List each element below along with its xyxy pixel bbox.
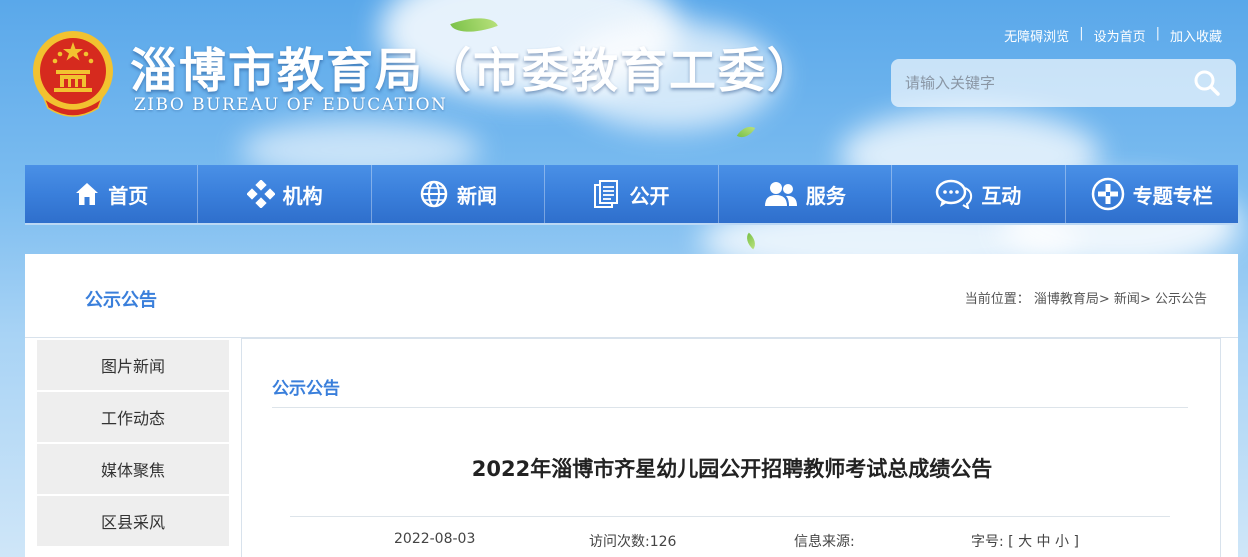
nav-label: 新闻 <box>457 183 498 208</box>
nav-label: 互动 <box>981 183 1022 208</box>
font-size-small[interactable]: 小 <box>1055 534 1069 550</box>
breadcrumb-link-home[interactable]: 淄博教育局 <box>1034 292 1099 307</box>
home-icon <box>76 183 99 205</box>
article-area: 公示公告 2022年淄博市齐星幼儿园公开招聘教师考试总成绩公告 2022-08-… <box>241 338 1221 557</box>
sidebar-item-work-updates[interactable]: 工作动态 <box>37 392 229 442</box>
nav-item-interact[interactable]: 互动 <box>892 165 1066 223</box>
bracket: [ <box>1008 534 1014 550</box>
sidebar: 图片新闻 工作动态 媒体聚焦 区县采风 <box>37 340 229 548</box>
divider <box>272 407 1188 408</box>
sidebar-item-photo-news[interactable]: 图片新闻 <box>37 340 229 390</box>
sidebar-item-district-news[interactable]: 区县采风 <box>37 496 229 546</box>
breadcrumb: 当前位置： 淄博教育局> 新闻> 公示公告 <box>965 288 1207 307</box>
nav-item-org[interactable]: 机构 <box>198 165 372 223</box>
breadcrumb-separator: > <box>1139 292 1151 307</box>
nav-label: 首页 <box>108 183 149 208</box>
globe-icon <box>420 180 448 208</box>
article-visits: 访问次数:126 <box>589 531 676 551</box>
sidebar-item-media-focus[interactable]: 媒体聚焦 <box>37 444 229 494</box>
bracket: ] <box>1073 534 1079 550</box>
article-source: 信息来源: <box>794 531 855 551</box>
article-title: 2022年淄博市齐星幼儿园公开招聘教师考试总成绩公告 <box>471 457 993 481</box>
link-separator: | <box>1079 26 1084 41</box>
visits-count: 126 <box>649 534 677 550</box>
national-emblem-icon <box>33 31 113 117</box>
users-icon <box>764 182 797 206</box>
site-title: 淄博市教育局（市委教育工委） <box>130 44 816 99</box>
link-separator: | <box>1155 26 1160 41</box>
nav-item-news[interactable]: 新闻 <box>372 165 546 223</box>
search-icon <box>1194 70 1220 96</box>
search-box <box>891 59 1236 107</box>
search-button[interactable] <box>1178 59 1236 107</box>
chat-icon <box>936 179 973 209</box>
visits-label: 访问次数: <box>589 534 650 550</box>
font-size-control: 字号: [ 大 中 小 ] <box>971 531 1079 551</box>
breadcrumb-link-notices[interactable]: 公示公告 <box>1155 292 1207 307</box>
article-category: 公示公告 <box>272 379 340 399</box>
search-input[interactable] <box>891 74 1178 92</box>
nav-item-home[interactable]: 首页 <box>25 165 199 223</box>
nav-label: 机构 <box>282 183 323 208</box>
site-subtitle: ZIBO BUREAU OF EDUCATION <box>134 95 448 115</box>
section-title: 公示公告 <box>85 290 157 311</box>
org-icon <box>246 180 275 208</box>
accessibility-link[interactable]: 无障碍浏览 <box>1004 26 1069 45</box>
content-panel: 公示公告 当前位置： 淄博教育局> 新闻> 公示公告 图片新闻 工作动态 媒体聚… <box>25 254 1238 557</box>
nav-label: 公开 <box>629 183 670 208</box>
plus-circle-icon <box>1091 177 1124 211</box>
font-size-large[interactable]: 大 <box>1018 534 1032 550</box>
source-label: 信息来源: <box>794 534 855 550</box>
breadcrumb-separator: > <box>1098 292 1110 307</box>
add-favorite-link[interactable]: 加入收藏 <box>1170 26 1222 45</box>
nav-item-service[interactable]: 服务 <box>719 165 893 223</box>
font-size-medium[interactable]: 中 <box>1037 534 1051 550</box>
nav-item-public[interactable]: 公开 <box>545 165 719 223</box>
nav-label: 专题专栏 <box>1132 183 1213 208</box>
set-homepage-link[interactable]: 设为首页 <box>1094 26 1146 45</box>
nav-item-special[interactable]: 专题专栏 <box>1066 165 1238 223</box>
article-date: 2022-08-03 <box>394 531 476 547</box>
top-links: 无障碍浏览 | 设为首页 | 加入收藏 <box>1004 26 1222 45</box>
breadcrumb-prefix: 当前位置： <box>964 292 1030 307</box>
nav-label: 服务 <box>805 183 846 208</box>
breadcrumb-link-news[interactable]: 新闻 <box>1114 292 1140 307</box>
documents-icon <box>594 180 619 208</box>
panel-header: 公示公告 当前位置： 淄博教育局> 新闻> 公示公告 <box>25 254 1238 338</box>
main-nav: 首页 机构 新闻 公开 服务 互动 专题专栏 <box>25 165 1238 225</box>
font-size-label: 字号: <box>971 534 1004 550</box>
divider <box>290 516 1170 517</box>
